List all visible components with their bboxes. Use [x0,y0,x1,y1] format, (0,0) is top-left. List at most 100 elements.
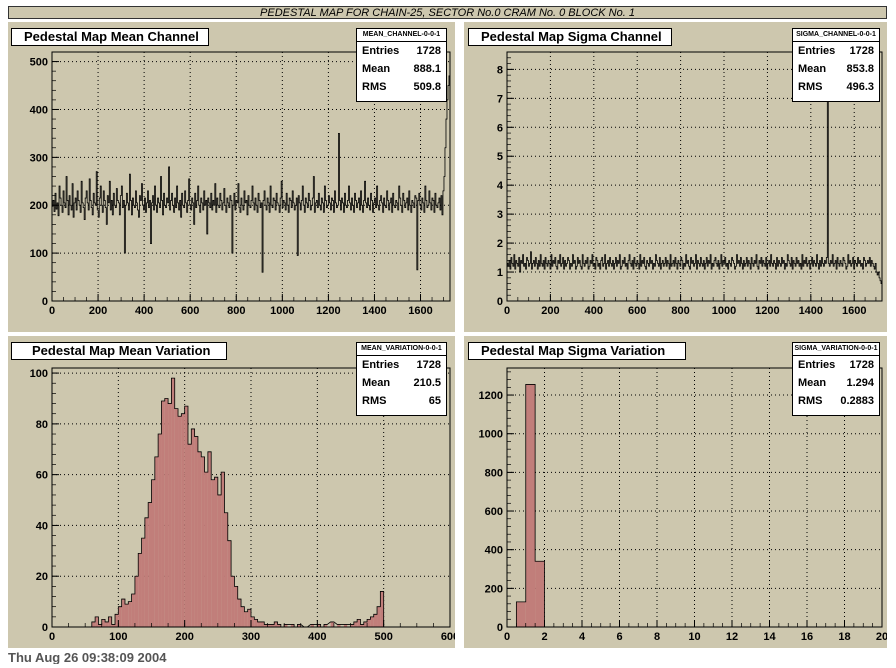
stats-mean: 1.294 [846,377,874,389]
y-tick-label: 5 [497,151,503,163]
stats-name: SIGMA_VARIATION-0-0-1 [793,343,879,356]
chart-title: Pedestal Map Mean Channel [11,28,209,46]
histogram-bar [141,538,145,627]
stats-box: SIGMA_VARIATION-0-0-1 Entries 1728 Mean 1.… [792,342,880,416]
stats-label-rms: RMS [362,395,387,407]
histogram-bar [148,502,152,627]
x-tick-label: 20 [876,631,887,643]
y-tick-label: 800 [485,467,503,479]
y-tick-label: 7 [497,93,503,105]
x-tick-label: 800 [227,305,245,317]
pad-sigma-variation[interactable]: 0 2 4 6 8 10 12 14 16 18 20 0 200 400 600 800 1000 1200 P… [464,336,887,648]
histogram-bar [184,406,188,627]
histogram-bar [171,378,175,627]
x-tick-label: 500 [374,631,392,643]
x-tick-label: 1600 [408,305,432,317]
x-tick-label: 1000 [270,305,294,317]
x-tick-label: 300 [242,631,260,643]
y-tick-label: 400 [485,545,503,557]
histogram-bar [121,599,125,627]
x-tick-label: 0 [49,305,55,317]
stats-label-entries: Entries [362,45,400,57]
histogram-bar [214,477,218,627]
stats-label-mean: Mean [798,377,827,389]
stats-rms: 0.2883 [840,395,874,407]
chart-title: Pedestal Map Sigma Channel [468,28,672,46]
stats-mean: 888.1 [413,63,441,75]
x-tick-label: 2 [541,631,547,643]
stats-entries: 1728 [849,359,874,371]
histogram-bar [161,401,165,627]
y-tick-label: 0 [42,622,48,634]
histogram-bar [101,619,106,627]
stats-mean: 853.8 [846,63,874,75]
y-tick-label: 8 [497,64,503,76]
histogram-bar [138,553,142,627]
histogram-bar [363,621,368,627]
histogram-bar [91,621,96,627]
x-tick-label: 0 [49,631,55,643]
histogram-bar [231,576,235,627]
histogram-bar [105,621,109,627]
histogram-bar [181,413,185,627]
stats-box: SIGMA_CHANNEL-0-0-1 Entries 1728 Mean 853.… [792,28,880,102]
chart-title: Pedestal Map Mean Variation [11,342,227,360]
histogram-bar [164,398,169,627]
y-tick-label: 1000 [479,429,503,441]
stats-entries: 1728 [416,359,441,371]
stats-rms: 509.8 [413,81,441,93]
histogram-bar [217,494,222,627]
histogram-bar [237,599,242,627]
histogram-bar [158,434,162,627]
histogram-bar [244,611,248,627]
histogram-bar [370,616,374,627]
footer-timestamp: Thu Aug 26 09:38:09 2004 [8,650,167,664]
histogram-bar [128,601,132,627]
stats-box: MEAN_CHANNEL-0-0-1 Entries 1728 Mean 888.1… [356,28,447,102]
histogram-bar [191,428,195,627]
y-tick-label: 60 [36,470,48,482]
y-tick-label: 0 [497,296,503,308]
histogram-bar [241,606,245,627]
x-tick-label: 14 [763,631,776,643]
y-tick-label: 500 [30,57,48,69]
histogram-bar [516,601,526,627]
y-tick-label: 200 [30,200,48,212]
x-tick-label: 1400 [799,305,823,317]
pad-mean-channel[interactable]: 0 200 400 600 800 1000 1200 1400 1600 0 100 200 300 4… [8,22,455,332]
histogram-bar [154,456,159,627]
histogram-bar [201,456,205,627]
x-tick-label: 600 [441,631,455,643]
x-tick-label: 400 [135,305,153,317]
histogram-bar [257,621,261,627]
histogram-bar [204,472,208,627]
y-tick-label: 400 [30,104,48,116]
histogram-bar [227,540,232,627]
stats-mean: 210.5 [413,377,441,389]
stats-label-rms: RMS [798,395,823,407]
stats-label-rms: RMS [798,81,823,93]
histogram-bar [330,621,334,627]
histogram-bar [124,604,129,627]
y-tick-label: 600 [485,506,503,518]
x-tick-label: 0 [504,305,510,317]
x-tick-label: 200 [89,305,107,317]
pad-sigma-channel[interactable]: 0 200 400 600 800 1000 1200 1400 1600 0 1 2 3 4 5 6 7 8 P… [464,22,887,332]
histogram-bar [535,561,545,627]
stats-label-mean: Mean [362,63,391,75]
y-tick-label: 1200 [479,390,503,402]
banner-title: PEDESTAL MAP FOR CHAIN-25, SECTOR No.0 C… [8,6,887,19]
x-tick-label: 1400 [362,305,386,317]
x-tick-label: 1600 [842,305,866,317]
x-tick-label: 400 [308,631,326,643]
y-tick-label: 0 [42,296,48,308]
stats-label-rms: RMS [362,81,387,93]
histogram-bar [224,512,228,627]
y-tick-label: 40 [36,520,48,532]
pad-mean-variation[interactable]: 0 100 200 300 400 500 600 0 20 40 60 80 100 Pedestal… [8,336,455,648]
stats-name: MEAN_VARIATION-0-0-1 [357,343,446,356]
y-tick-label: 2 [497,238,503,250]
y-tick-label: 200 [485,583,503,595]
histogram-bar [211,479,215,627]
stats-label-mean: Mean [362,377,391,389]
